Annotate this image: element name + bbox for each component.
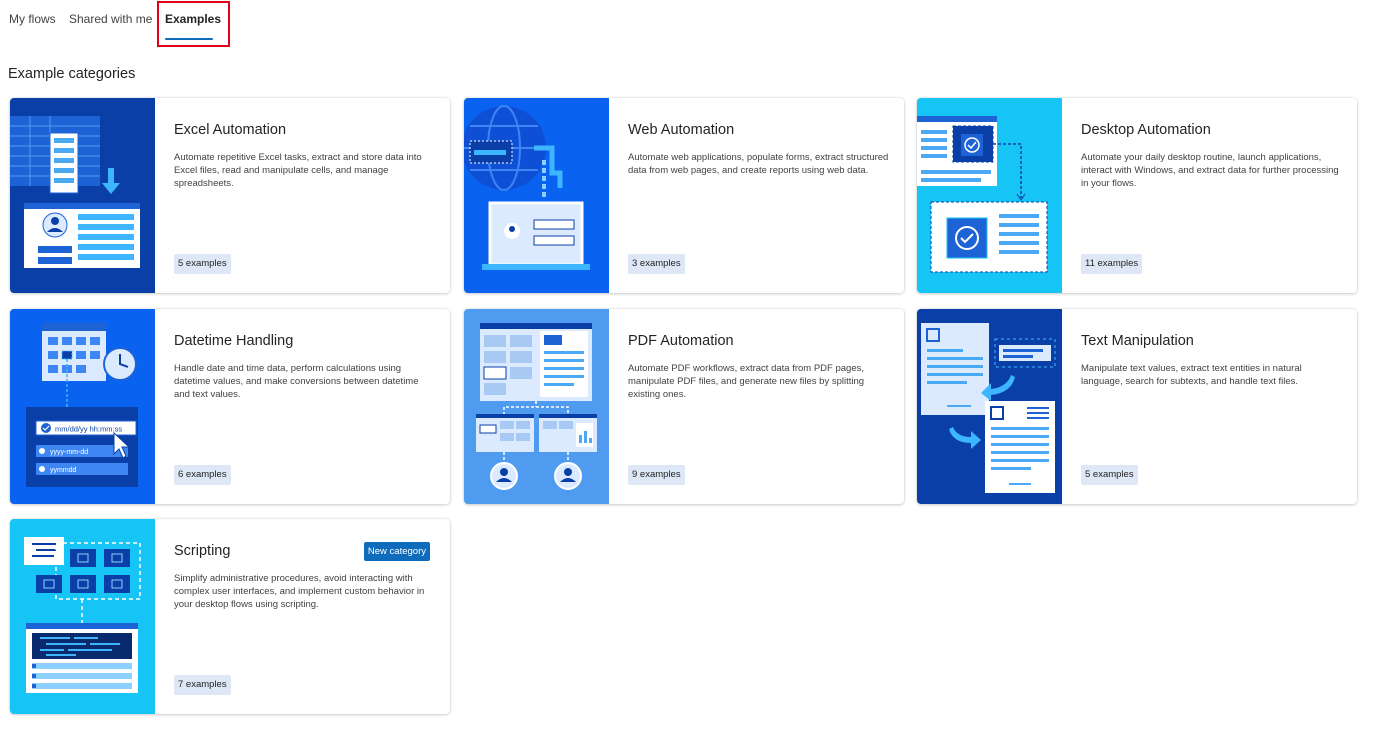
section-title: Example categories <box>8 66 136 82</box>
tab-my-flows[interactable]: My flows <box>9 12 56 26</box>
card-title: PDF Automation <box>628 333 734 349</box>
card-title: Web Automation <box>628 122 735 138</box>
datetime-handling-illustration: mm/dd/yy hh:mm:ss yyyy-mm-dd yymmdd <box>10 309 155 504</box>
highlight-box <box>157 1 230 47</box>
text-manipulation-illustration <box>917 309 1062 504</box>
examples-count-badge: 5 examples <box>174 254 231 274</box>
examples-count-badge: 11 examples <box>1081 254 1143 274</box>
card-description: Manipulate text values, extract text ent… <box>1081 363 1302 387</box>
card-description: Simplify administrative procedures, avoi… <box>174 573 425 610</box>
examples-count-badge: 5 examples <box>1081 465 1138 485</box>
category-card-desktop-automation[interactable]: Desktop Automation Automate your daily d… <box>917 98 1357 293</box>
desktop-automation-illustration <box>917 98 1062 293</box>
card-description: Handle date and time data, perform calcu… <box>174 363 419 400</box>
card-description: Automate PDF workflows, extract data fro… <box>628 363 865 400</box>
datetime-format-3: yymmdd <box>50 467 77 474</box>
card-description: Automate repetitive Excel tasks, extract… <box>174 152 422 189</box>
category-card-pdf-automation[interactable]: PDF Automation Automate PDF workflows, e… <box>464 309 904 504</box>
examples-count-badge: 7 examples <box>174 675 231 695</box>
card-title: Datetime Handling <box>174 333 294 349</box>
card-title: Excel Automation <box>174 122 287 138</box>
web-automation-illustration <box>464 98 609 293</box>
category-card-web-automation[interactable]: Web Automation Automate web applications… <box>464 98 904 293</box>
card-description: Automate your daily desktop routine, lau… <box>1081 152 1339 189</box>
category-card-datetime-handling[interactable]: mm/dd/yy hh:mm:ss yyyy-mm-dd yymmdd Date… <box>10 309 450 504</box>
examples-count-badge: 3 examples <box>628 254 685 274</box>
scripting-illustration <box>10 519 155 714</box>
examples-count-badge: 6 examples <box>174 465 231 485</box>
excel-automation-illustration <box>10 98 155 293</box>
tab-bar: My flows Shared with me Examples <box>0 0 400 48</box>
category-card-scripting[interactable]: Scripting New category Simplify administ… <box>10 519 450 714</box>
datetime-format-1: mm/dd/yy hh:mm:ss <box>55 425 122 434</box>
examples-count-badge: 9 examples <box>628 465 685 485</box>
datetime-format-2: yyyy-mm-dd <box>50 449 88 456</box>
card-title: Desktop Automation <box>1081 122 1211 138</box>
category-card-excel-automation[interactable]: Excel Automation Automate repetitive Exc… <box>10 98 450 293</box>
new-category-tag: New category <box>363 542 430 561</box>
category-card-text-manipulation[interactable]: Text Manipulation Manipulate text values… <box>917 309 1357 504</box>
card-title: Scripting <box>174 543 231 559</box>
pdf-automation-illustration <box>464 309 609 504</box>
card-description: Automate web applications, populate form… <box>628 152 889 176</box>
card-title: Text Manipulation <box>1081 333 1194 349</box>
tab-shared-with-me[interactable]: Shared with me <box>69 12 152 26</box>
